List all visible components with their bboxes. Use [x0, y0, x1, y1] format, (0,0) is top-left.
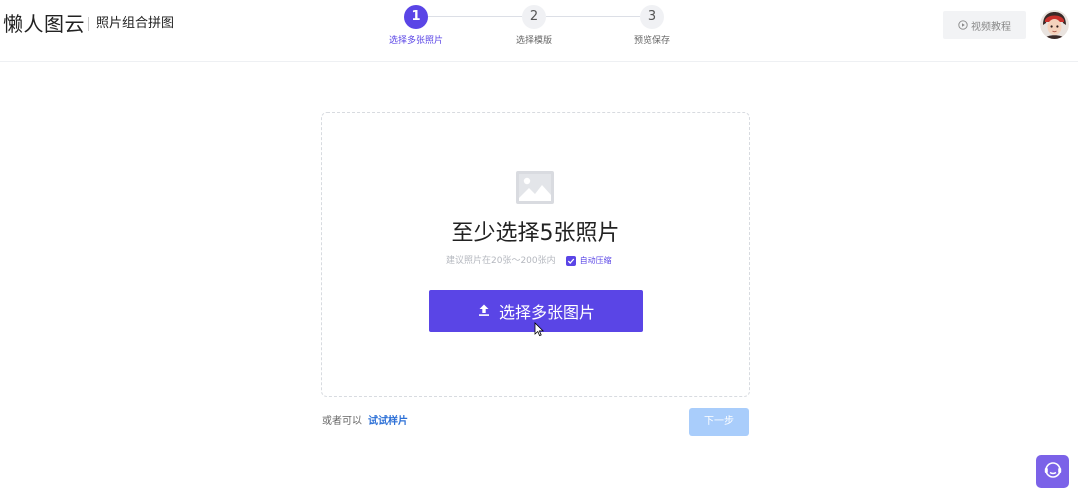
video-tutorial-label: 视频教程	[971, 21, 1011, 33]
upload-hint-row: 建议照片在20张～200张内 自动压缩	[446, 254, 612, 268]
logo-divider	[88, 17, 89, 31]
auto-compress-checkbox[interactable]	[565, 256, 576, 266]
customer-service-icon	[1043, 460, 1063, 484]
step-connector-1	[428, 16, 522, 17]
step-2-label[interactable]: 选择模版	[516, 35, 552, 47]
customer-service-button[interactable]	[1036, 455, 1069, 488]
step-3-label[interactable]: 预览保存	[634, 35, 670, 47]
video-tutorial-button[interactable]: 视频教程	[943, 11, 1026, 39]
try-sample-link[interactable]: 试试样片	[368, 415, 408, 429]
step-3-indicator[interactable]: 3	[640, 5, 664, 29]
app-logo[interactable]: 懒人图云	[3, 10, 85, 38]
auto-compress-label[interactable]: 自动压缩	[580, 254, 612, 268]
upload-icon	[477, 302, 491, 321]
step-1-indicator[interactable]: 1	[404, 5, 428, 29]
step-2-indicator[interactable]: 2	[522, 5, 546, 29]
mouse-cursor	[534, 322, 544, 337]
upload-title: 至少选择5张照片	[451, 221, 620, 246]
step-1-label[interactable]: 选择多张照片	[389, 35, 443, 47]
next-step-button[interactable]: 下一步	[689, 408, 749, 436]
image-placeholder-icon	[516, 171, 554, 204]
page-subtitle: 照片组合拼图	[96, 16, 175, 31]
upload-hint: 建议照片在20张～200张内	[446, 256, 556, 266]
user-avatar[interactable]	[1040, 10, 1069, 39]
step-connector-2	[546, 16, 640, 17]
play-circle-icon	[958, 20, 968, 30]
top-header: 懒人图云 照片组合拼图 1 选择多张照片 2 选择模版 3 预览保存 视频教程	[0, 0, 1078, 62]
or-text: 或者可以	[322, 416, 362, 427]
select-photos-label: 选择多张图片	[498, 303, 595, 322]
